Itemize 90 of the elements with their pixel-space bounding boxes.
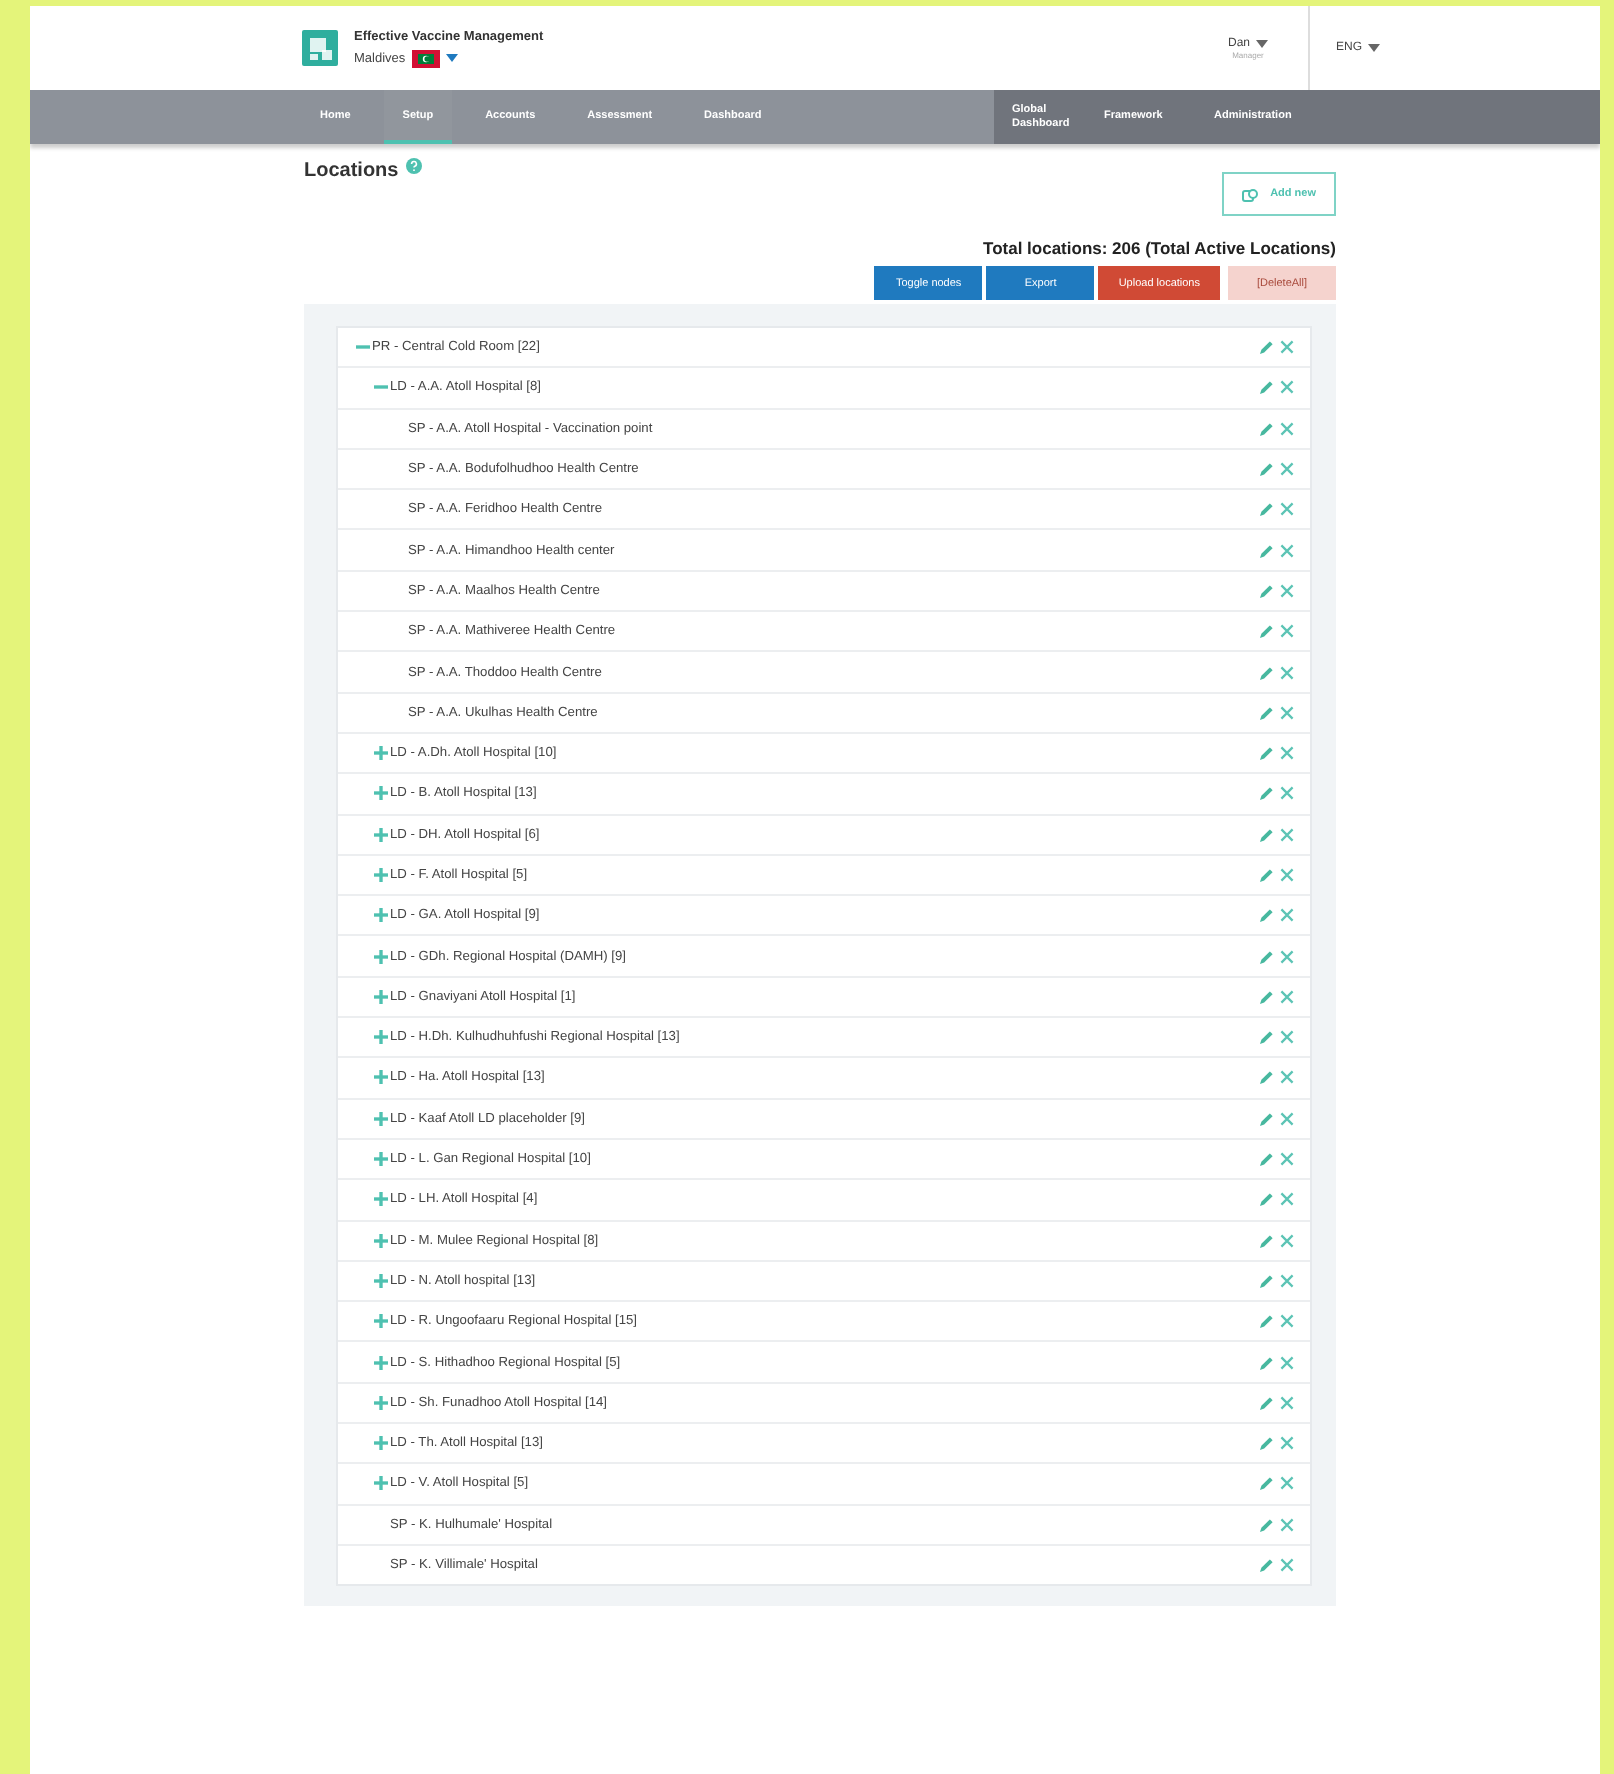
pencil-icon[interactable] (1260, 989, 1274, 1004)
expand-icon[interactable] (372, 1232, 388, 1249)
help-icon[interactable] (406, 157, 423, 173)
expand-icon[interactable] (372, 867, 388, 883)
pencil-icon[interactable] (1260, 1233, 1274, 1248)
close-icon[interactable] (1280, 827, 1294, 842)
expand-icon[interactable] (372, 948, 388, 965)
close-icon[interactable] (1280, 1273, 1294, 1288)
add-location-icon (1242, 187, 1259, 201)
pencil-icon[interactable] (1260, 502, 1274, 517)
expand-icon[interactable] (372, 1272, 388, 1289)
pencil-icon[interactable] (1260, 1152, 1274, 1167)
close-icon[interactable] (1280, 624, 1294, 639)
close-icon[interactable] (1280, 1111, 1294, 1126)
pencil-icon[interactable] (1260, 624, 1274, 639)
expand-icon[interactable] (372, 1110, 388, 1127)
pencil-icon[interactable] (1260, 462, 1274, 477)
pencil-icon[interactable] (1260, 543, 1274, 558)
expand-icon[interactable] (372, 1354, 388, 1371)
expand-icon[interactable] (372, 1394, 388, 1411)
close-icon[interactable] (1280, 380, 1294, 395)
close-icon[interactable] (1280, 1436, 1294, 1451)
expand-icon[interactable] (372, 745, 388, 762)
close-icon[interactable] (1280, 462, 1294, 477)
close-icon[interactable] (1280, 502, 1294, 517)
pencil-icon[interactable] (1260, 1273, 1274, 1288)
total-locations: Total locations: 206 (Total Active Locations) (981, 238, 1336, 258)
pencil-icon[interactable] (1260, 1476, 1274, 1491)
close-icon[interactable] (1280, 1152, 1294, 1167)
expand-icon[interactable] (372, 1069, 388, 1086)
close-icon[interactable] (1280, 746, 1294, 761)
pencil-icon[interactable] (1260, 583, 1274, 598)
pencil-icon[interactable] (1260, 1030, 1274, 1045)
flag-icon (411, 49, 440, 67)
pencil-icon[interactable] (1260, 665, 1274, 680)
pencil-icon[interactable] (1260, 786, 1274, 801)
expand-icon[interactable] (372, 1029, 388, 1046)
close-icon[interactable] (1280, 949, 1294, 964)
close-icon[interactable] (1280, 583, 1294, 598)
pencil-icon[interactable] (1260, 908, 1274, 923)
close-icon[interactable] (1280, 1558, 1294, 1573)
close-icon[interactable] (1280, 1070, 1294, 1085)
expand-icon[interactable] (372, 1151, 388, 1168)
pencil-icon[interactable] (1260, 421, 1274, 436)
pencil-icon[interactable] (1260, 949, 1274, 964)
pencil-icon[interactable] (1260, 1558, 1274, 1573)
pencil-icon[interactable] (1260, 380, 1274, 395)
close-icon[interactable] (1280, 543, 1294, 558)
pencil-icon[interactable] (1260, 705, 1274, 720)
pencil-icon[interactable] (1260, 1111, 1274, 1126)
pencil-icon[interactable] (1260, 1355, 1274, 1370)
caret-icon (445, 54, 458, 62)
close-icon[interactable] (1280, 786, 1294, 801)
close-icon[interactable] (1280, 1355, 1294, 1370)
expand-icon[interactable] (372, 988, 388, 1005)
pencil-icon[interactable] (1260, 1436, 1274, 1451)
close-icon[interactable] (1280, 1476, 1294, 1491)
pencil-icon[interactable] (1260, 1314, 1274, 1329)
pencil-icon[interactable] (1260, 1517, 1274, 1532)
pencil-icon[interactable] (1260, 1395, 1274, 1410)
close-icon[interactable] (1280, 1395, 1294, 1410)
close-icon[interactable] (1280, 1314, 1294, 1329)
close-icon[interactable] (1280, 421, 1294, 436)
close-icon[interactable] (1280, 665, 1294, 680)
close-icon[interactable] (1280, 1030, 1294, 1045)
expand-icon[interactable] (372, 907, 388, 924)
pencil-icon[interactable] (1260, 1192, 1274, 1207)
close-icon[interactable] (1280, 340, 1294, 355)
pencil-icon[interactable] (1260, 827, 1274, 842)
logo-icon (302, 30, 338, 66)
pencil-icon[interactable] (1260, 340, 1274, 355)
close-icon[interactable] (1280, 868, 1294, 882)
close-icon[interactable] (1280, 908, 1294, 923)
close-icon[interactable] (1280, 1517, 1294, 1532)
expand-icon[interactable] (372, 1435, 388, 1452)
close-icon[interactable] (1280, 1192, 1294, 1207)
close-icon[interactable] (1280, 989, 1294, 1004)
pencil-icon[interactable] (1260, 746, 1274, 761)
expand-icon[interactable] (372, 785, 388, 802)
close-icon[interactable] (1280, 1233, 1294, 1248)
caret-icon (1368, 44, 1381, 52)
caret-icon (1256, 39, 1268, 47)
expand-icon[interactable] (372, 826, 388, 843)
pencil-icon[interactable] (1260, 868, 1274, 882)
close-icon[interactable] (1280, 705, 1294, 720)
expand-icon[interactable] (372, 1475, 388, 1492)
pencil-icon[interactable] (1260, 1070, 1274, 1085)
page-title: Locations (304, 160, 399, 182)
expand-icon[interactable] (372, 1191, 388, 1208)
expand-icon[interactable] (372, 1313, 388, 1330)
